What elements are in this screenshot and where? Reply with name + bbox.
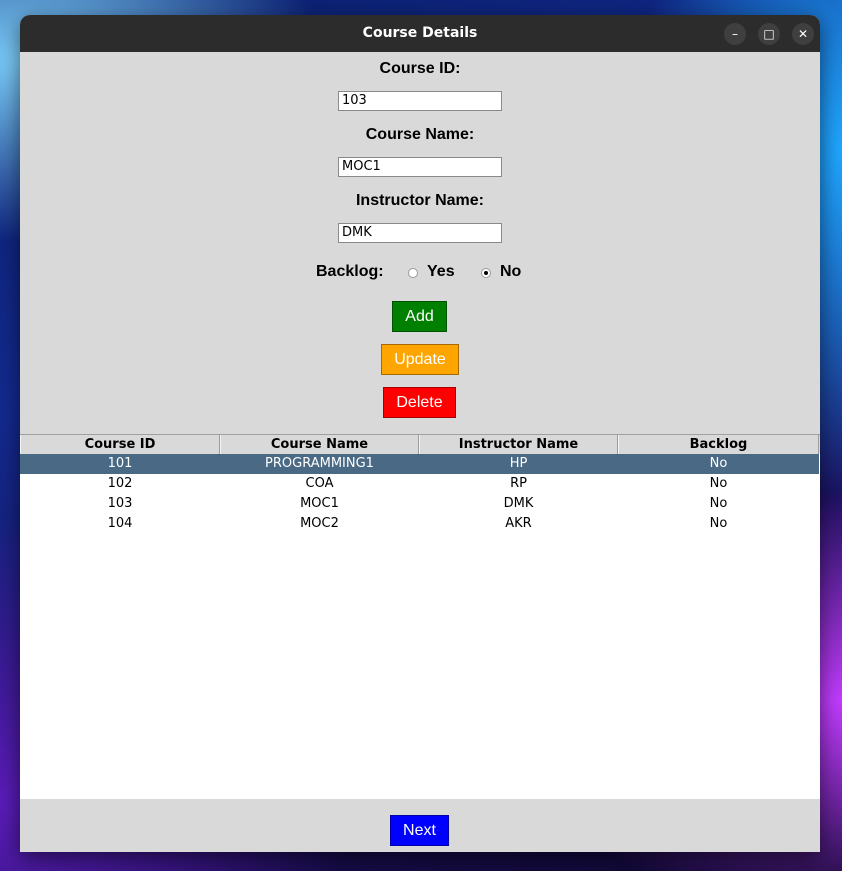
next-button[interactable]: Next [390,815,449,846]
backlog-label: Backlog: [316,263,384,280]
cell-course-id: 102 [107,476,133,491]
table-header: Course ID Course Name Instructor Name Ba… [20,435,820,454]
course-name-field[interactable]: MOC1 [338,157,502,177]
cell-course-id: 104 [107,516,133,531]
title-bar[interactable]: Course Details – □ ✕ [20,15,820,52]
cell-course-id: 103 [107,496,133,511]
instructor-name-field[interactable]: DMK [338,223,502,243]
cell-course-name: COA [305,476,334,491]
cell-course-name: PROGRAMMING1 [265,456,374,471]
cell-instructor-name: HP [509,456,528,471]
instructor-name-label: Instructor Name: [355,192,485,209]
cell-instructor-name: DMK [503,496,534,511]
table-row[interactable]: 101 PROGRAMMING1 HP No [20,454,819,474]
cell-backlog: No [709,476,728,491]
cell-instructor-name: RP [510,476,527,491]
update-button[interactable]: Update [381,344,459,375]
backlog-yes-label[interactable]: Yes [427,263,455,281]
course-name-label: Course Name: [365,126,475,143]
backlog-yes-radio[interactable] [408,268,418,278]
column-header-instructor-name[interactable]: Instructor Name [419,435,618,454]
column-header-course-id[interactable]: Course ID [20,435,220,454]
course-id-label: Course ID: [379,60,461,77]
cell-course-name: MOC1 [300,496,339,511]
cell-backlog: No [709,456,728,471]
cell-instructor-name: AKR [505,516,532,531]
cell-backlog: No [709,516,728,531]
table-row[interactable]: 104 MOC2 AKR No [20,514,819,534]
backlog-no-radio[interactable] [481,268,491,278]
course-table[interactable]: Course ID Course Name Instructor Name Ba… [20,434,820,799]
maximize-icon[interactable]: □ [758,23,780,45]
cell-backlog: No [709,496,728,511]
table-row[interactable]: 103 MOC1 DMK No [20,494,819,514]
backlog-no-label[interactable]: No [500,263,521,281]
column-header-backlog[interactable]: Backlog [618,435,819,454]
window-title: Course Details [362,25,478,41]
course-details-window: Course Details – □ ✕ Course ID: 103 Cour… [20,15,820,852]
course-id-field[interactable]: 103 [338,91,502,111]
cell-course-id: 101 [107,456,133,471]
table-row[interactable]: 102 COA RP No [20,474,819,494]
backlog-row: Backlog: Yes No [20,263,820,283]
cell-course-name: MOC2 [300,516,339,531]
add-button[interactable]: Add [392,301,447,332]
delete-button[interactable]: Delete [383,387,456,418]
column-header-course-name[interactable]: Course Name [220,435,419,454]
minimize-icon[interactable]: – [724,23,746,45]
close-icon[interactable]: ✕ [792,23,814,45]
